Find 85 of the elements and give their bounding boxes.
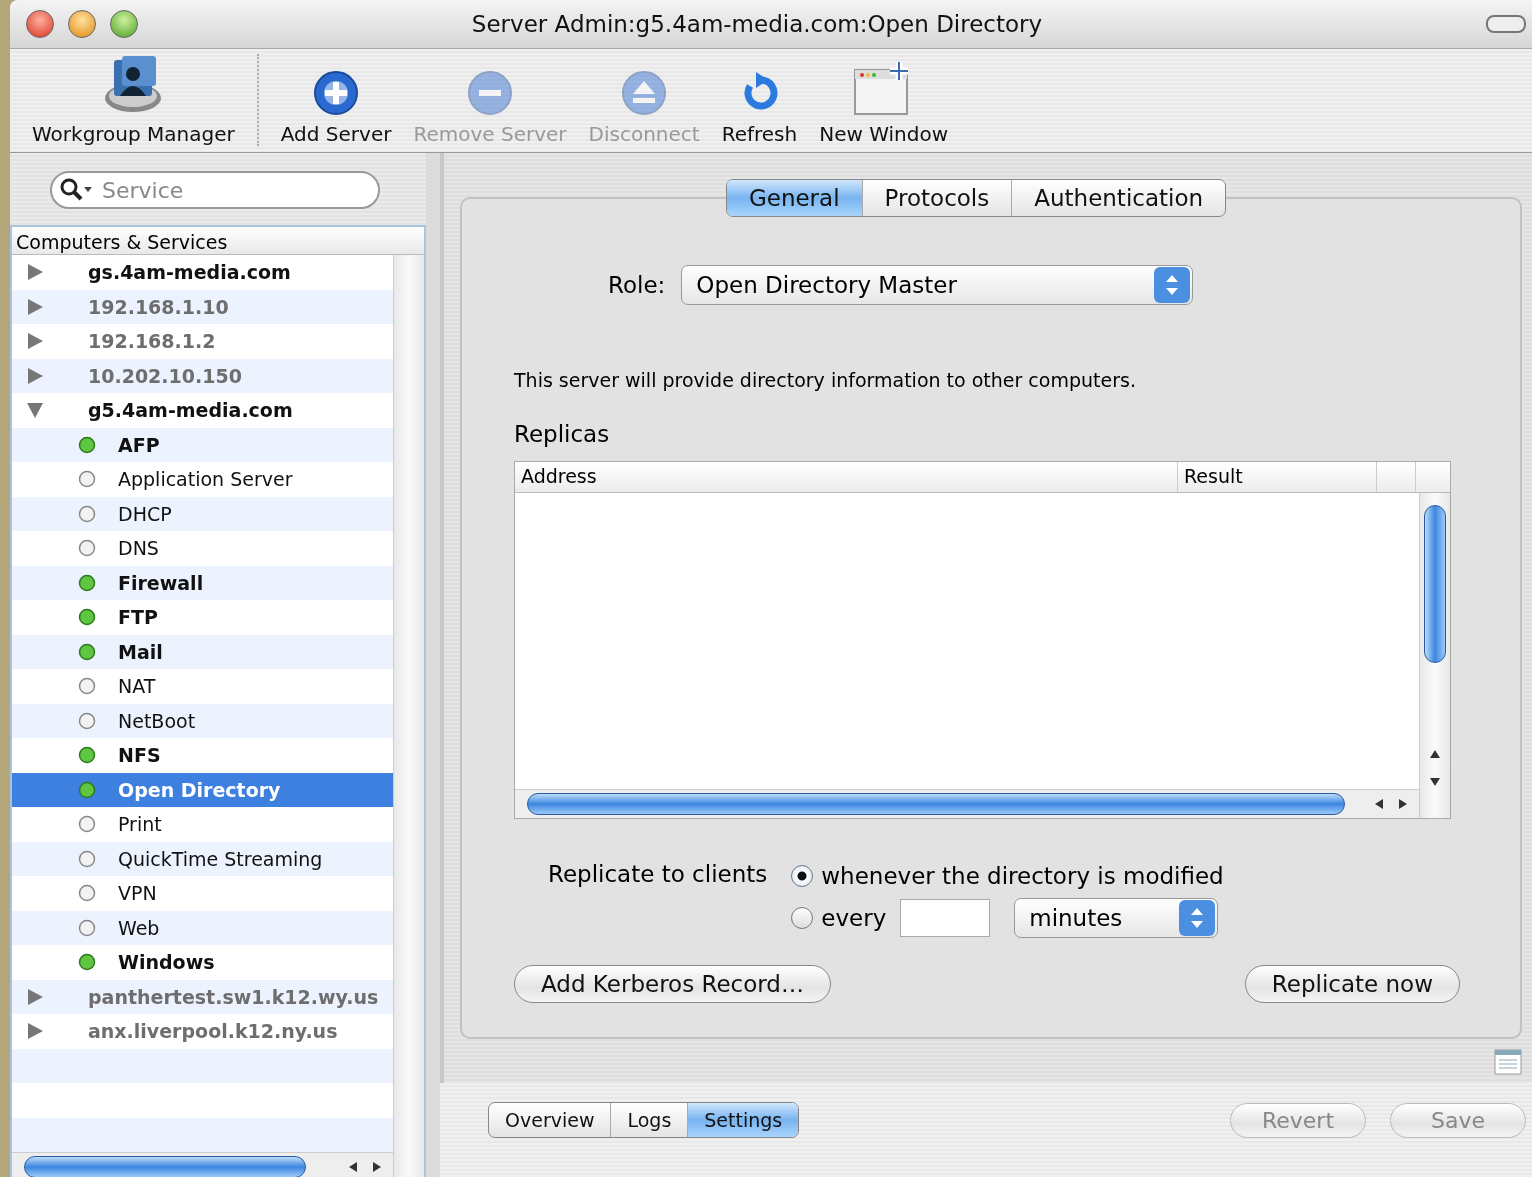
- column-header[interactable]: Address: [515, 462, 1177, 492]
- server-name: 192.168.1.10: [88, 295, 229, 318]
- scroll-arrows-icon: [1373, 798, 1409, 810]
- action-button[interactable]: Add Kerberos Record…: [514, 965, 831, 1003]
- section-title: Replicas: [514, 421, 611, 447]
- scroll-arrows-icon: [1429, 748, 1441, 788]
- unit-dropdown[interactable]: minutes: [1014, 898, 1219, 938]
- server-name: gs.4am-media.com: [88, 261, 291, 284]
- disclosure-triangle[interactable]: [26, 1022, 44, 1041]
- server-name: anx.liverpool.k12.ny.us: [88, 1020, 338, 1043]
- horizontal-scrollbar[interactable]: [515, 789, 1419, 818]
- disclosure-triangle[interactable]: [26, 332, 44, 351]
- disclosure-triangle[interactable]: [26, 401, 44, 420]
- tree-item[interactable]: DHCP: [12, 496, 393, 531]
- tab[interactable]: Protocols: [861, 180, 1012, 216]
- toolbar-button[interactable]: Refresh: [721, 70, 798, 146]
- column-header[interactable]: Result: [1177, 462, 1376, 492]
- role-dropdown[interactable]: Open Directory Master: [681, 265, 1194, 305]
- tree-item[interactable]: panthertest.sw1.k12.wy.us: [12, 979, 393, 1014]
- tab[interactable]: General: [726, 180, 862, 216]
- tree-item[interactable]: Mail: [12, 634, 393, 669]
- tab[interactable]: Overview: [489, 1103, 611, 1137]
- description-text: This server will provide directory information to other computers.: [514, 369, 1137, 391]
- service-name: Web: [118, 916, 160, 939]
- option-label: every: [821, 905, 887, 931]
- server-name: 10.202.10.150: [88, 364, 242, 387]
- column-header: Computers & Services: [12, 227, 424, 255]
- disclosure-triangle[interactable]: [26, 987, 44, 1006]
- service-name: Open Directory: [118, 778, 281, 801]
- service-name: NFS: [118, 744, 161, 767]
- minimize-button[interactable]: [68, 10, 96, 38]
- horizontal-scrollbar[interactable]: [12, 1152, 393, 1177]
- radio-button[interactable]: [791, 865, 814, 887]
- service-name: VPN: [118, 882, 157, 905]
- interval-field[interactable]: [900, 899, 991, 937]
- service-name: NAT: [118, 675, 156, 698]
- list-icon: [1494, 1049, 1522, 1075]
- tree-item[interactable]: Firewall: [12, 565, 393, 600]
- action-button[interactable]: Replicate now: [1244, 965, 1460, 1003]
- toolbar-button[interactable]: New Window: [819, 60, 949, 146]
- zoom-button[interactable]: [110, 10, 138, 38]
- service-name: Print: [118, 813, 162, 836]
- service-name: NetBoot: [118, 709, 196, 732]
- tree-item[interactable]: QuickTime Streaming: [12, 841, 393, 876]
- plus-circle-icon: [313, 70, 360, 116]
- disclosure-triangle[interactable]: [26, 297, 44, 316]
- tree-item[interactable]: NetBoot: [12, 703, 393, 738]
- window-title: Server Admin:g5.4am-media.com:Open Directory: [470, 11, 1044, 37]
- server-name: 192.168.1.2: [88, 330, 216, 353]
- close-button[interactable]: [26, 10, 54, 38]
- minus-circle-icon: [467, 70, 513, 116]
- replicate-label: Replicate to clients: [548, 860, 768, 889]
- vertical-scrollbar[interactable]: [393, 255, 424, 1177]
- search-field[interactable]: Service: [50, 171, 380, 209]
- toolbar-button[interactable]: Add Server: [280, 70, 392, 146]
- service-name: Mail: [118, 640, 163, 663]
- tree-item[interactable]: 10.202.10.150: [12, 358, 393, 393]
- server-name: panthertest.sw1.k12.wy.us: [88, 985, 379, 1008]
- tab[interactable]: Settings: [687, 1103, 799, 1137]
- tree-item[interactable]: 192.168.1.10: [12, 289, 393, 324]
- service-name: Firewall: [118, 571, 204, 594]
- radio-button[interactable]: [791, 907, 814, 929]
- dropdown-arrows-icon: [1154, 267, 1191, 303]
- server-name: g5.4am-media.com: [88, 399, 293, 422]
- toolbar-toggle-button[interactable]: [1486, 15, 1526, 33]
- service-name: DHCP: [118, 502, 172, 525]
- service-name: AFP: [118, 433, 160, 456]
- option-label: whenever the directory is modified: [821, 863, 1224, 889]
- vertical-scrollbar[interactable]: [1419, 493, 1450, 818]
- search-icon: [59, 177, 93, 203]
- toolbar-button[interactable]: Workgroup Manager: [32, 54, 259, 146]
- disclosure-triangle[interactable]: [26, 366, 44, 385]
- tree-item[interactable]: Web: [12, 910, 393, 945]
- scroll-arrows-icon: [347, 1161, 383, 1173]
- service-name: FTP: [118, 606, 158, 629]
- tree-item[interactable]: AFP: [12, 427, 393, 462]
- dropdown-arrows-icon: [1179, 900, 1216, 936]
- service-name: Windows: [118, 951, 215, 974]
- service-name: DNS: [118, 537, 159, 560]
- eject-icon: [621, 70, 668, 116]
- disclosure-triangle[interactable]: [26, 263, 44, 282]
- service-name: QuickTime Streaming: [118, 847, 323, 870]
- tree-item[interactable]: Open Directory: [12, 772, 393, 807]
- service-name: Application Server: [118, 468, 293, 491]
- role-label: Role:: [608, 272, 666, 298]
